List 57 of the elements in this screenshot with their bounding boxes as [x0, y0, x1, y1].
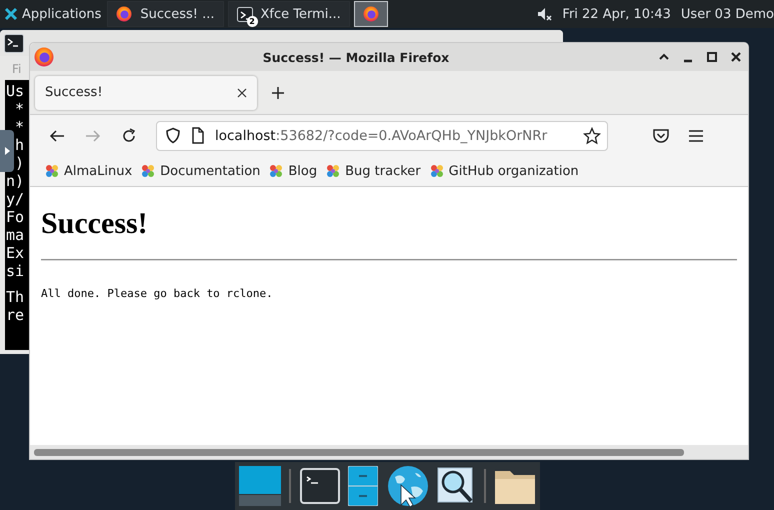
- magnifier-icon[interactable]: [437, 467, 476, 505]
- file-cabinet-icon[interactable]: [348, 466, 378, 506]
- terminal-icon: [4, 34, 24, 52]
- firefox-icon: [34, 47, 54, 67]
- flower-icon: [268, 163, 284, 179]
- bookmark[interactable]: AlmaLinux: [44, 163, 132, 179]
- taskbar-button[interactable]: 2 Xfce Termi...: [228, 1, 350, 27]
- flower-icon: [428, 163, 445, 179]
- page-icon: [191, 127, 205, 144]
- flower-icon: [44, 163, 60, 179]
- terminal-line: Fo: [5, 208, 26, 226]
- applications-menu[interactable]: Applications: [0, 0, 108, 28]
- reload-icon[interactable]: [120, 126, 138, 144]
- bookmark[interactable]: Documentation: [140, 163, 260, 179]
- terminal-line: Th: [5, 288, 26, 306]
- clock[interactable]: Fri 22 Apr, 10:43: [562, 6, 671, 22]
- terminal-line: Us: [5, 82, 26, 100]
- page-heading: Success!: [41, 207, 149, 241]
- terminal-line: h: [14, 136, 26, 154]
- bookmark[interactable]: Bug tracker: [325, 163, 421, 179]
- menu-icon[interactable]: [688, 128, 704, 142]
- firefox-icon: [116, 6, 132, 22]
- new-tab-icon[interactable]: [271, 86, 285, 100]
- shield-icon: [165, 127, 181, 144]
- maximize-icon[interactable]: [706, 51, 718, 63]
- terminal-line: *: [14, 118, 26, 136]
- user-menu[interactable]: User 03 Demo: [680, 6, 774, 22]
- message-text: All done. Please go back to rclone.: [41, 287, 274, 300]
- url-text: localhost:53682/?code=0.AVoArQHb_YNJbkOrNRr: [215, 128, 548, 144]
- pocket-icon[interactable]: [652, 126, 670, 144]
- taskbar-button[interactable]: Success! ...: [107, 1, 224, 27]
- terminal-line: y/: [5, 190, 26, 208]
- globe-cursor-icon[interactable]: [386, 465, 429, 507]
- terminal-line: Ex: [5, 244, 26, 262]
- flower-icon: [325, 163, 342, 179]
- desktop-icon[interactable]: [239, 466, 281, 506]
- terminal-icon[interactable]: [300, 468, 340, 504]
- bookmark[interactable]: GitHub organization: [428, 163, 579, 179]
- scrollbar[interactable]: [30, 445, 748, 459]
- window-title: Success! — Mozilla Firefox: [262, 50, 450, 64]
- browser-tab[interactable]: Success!: [35, 76, 257, 110]
- close-icon[interactable]: [237, 88, 247, 98]
- terminal-line: n): [5, 172, 26, 190]
- flower-icon: [140, 163, 156, 179]
- terminal-line: ): [14, 154, 26, 172]
- address-bar[interactable]: localhost:53682/?code=0.AVoArQHb_YNJbkOrNRr: [156, 120, 608, 150]
- terminal-line: re: [5, 306, 26, 324]
- bookmark[interactable]: Blog: [268, 163, 318, 179]
- taskbar-button[interactable]: [354, 1, 388, 27]
- terminal-line: si: [5, 262, 26, 280]
- star-icon[interactable]: [583, 126, 601, 144]
- terminal-line: *: [14, 100, 26, 118]
- muted-speaker-icon[interactable]: [536, 6, 552, 22]
- close-icon[interactable]: [730, 51, 742, 63]
- panel-handle[interactable]: [0, 130, 14, 172]
- terminal-line: ma: [5, 226, 26, 244]
- firefox-icon: [362, 6, 379, 22]
